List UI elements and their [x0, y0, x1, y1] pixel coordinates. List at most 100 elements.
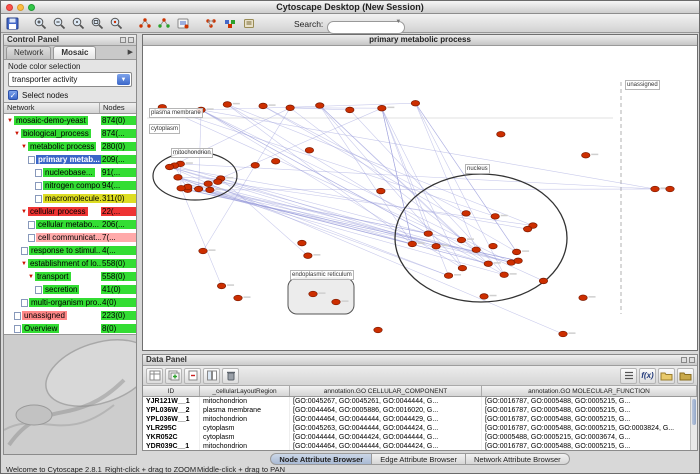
tab-mosaic[interactable]: Mosaic: [53, 46, 96, 59]
plugin-manager-icon[interactable]: [240, 15, 257, 31]
cell-id[interactable]: YKR052C: [143, 433, 200, 442]
tree-expand-icon[interactable]: ▼: [21, 261, 27, 267]
zoom-window-button[interactable]: [28, 4, 35, 11]
cell-function[interactable]: [GO:0016787, GO:0005488, GO:0005215, G..…: [482, 415, 697, 424]
select-nodes-checkbox[interactable]: ✓: [8, 90, 18, 100]
zoom-selected-icon[interactable]: [108, 15, 125, 31]
network-canvas[interactable]: plasma membrane cytoplasm mitochondrion …: [143, 46, 697, 350]
column-header-region[interactable]: _cellularLayoutRegion: [200, 386, 290, 396]
zoom-fit-icon[interactable]: [89, 15, 106, 31]
table-row[interactable]: YDR039C__1mitochondrion[GO:0044464, GO:0…: [143, 442, 697, 450]
column-header-component[interactable]: annotation.GO CELLULAR_COMPONENT: [290, 386, 482, 396]
cell-id[interactable]: YPL036W__2: [143, 406, 200, 415]
zoom-in-icon[interactable]: [32, 15, 49, 31]
tab-scroll-right-icon[interactable]: ▶: [125, 46, 136, 59]
cell-component[interactable]: [GO:0045263, GO:0044444, GO:0044424, G..…: [290, 424, 482, 433]
tree-row-secretion[interactable]: secretion41(0): [4, 283, 136, 296]
cell-region[interactable]: mitochondrion: [200, 415, 290, 424]
cell-id[interactable]: YPL036W__1: [143, 415, 200, 424]
cell-function[interactable]: [GO:0016787, GO:0005488, GO:0005215, G..…: [482, 442, 697, 450]
cell-id[interactable]: YDR039C__1: [143, 442, 200, 450]
first-neighbors-icon[interactable]: [136, 15, 153, 31]
cell-function[interactable]: [GO:0005488, GO:0005215, GO:0003674, G..…: [482, 433, 697, 442]
cell-component[interactable]: [GO:0044464, GO:0044444, GO:0044429, G..…: [290, 415, 482, 424]
tree-row-label[interactable]: cellular process: [28, 207, 88, 216]
column-header-function[interactable]: annotation.GO MOLECULAR_FUNCTION: [482, 386, 697, 396]
tree-row-label[interactable]: cell communicat...: [36, 233, 104, 242]
attribute-columns-icon[interactable]: [203, 368, 220, 384]
tree-row-label[interactable]: unassigned: [22, 311, 67, 320]
tree-row-label[interactable]: primary metab...: [36, 155, 102, 164]
tree-row-cell-communicat-[interactable]: cell communicat...7(...: [4, 231, 136, 244]
table-row[interactable]: YJR121W__1mitochondrion[GO:0045267, GO:0…: [143, 397, 697, 406]
table-scrollbar-thumb[interactable]: [692, 399, 696, 425]
table-row[interactable]: YKR052Ccytoplasm[GO:0044444, GO:0044424,…: [143, 433, 697, 442]
search-dropdown-icon[interactable]: ▼: [395, 19, 401, 25]
tree-row-overview[interactable]: Overview8(0): [4, 322, 136, 334]
column-header-id[interactable]: ID: [143, 386, 200, 396]
tree-row-label[interactable]: multi-organism pro...: [29, 298, 106, 307]
tree-row-establishment-of-lo-[interactable]: ▼establishment of lo...558(0): [4, 257, 136, 270]
cell-function[interactable]: [GO:0016787, GO:0005488, GO:0005215, G..…: [482, 397, 697, 406]
node-color-dropdown[interactable]: transporter activity ▼: [8, 72, 132, 87]
tree-row-label[interactable]: response to stimul...: [29, 246, 105, 255]
new-attribute-icon[interactable]: [165, 368, 182, 384]
close-panel-icon[interactable]: [689, 357, 695, 363]
tree-row-label[interactable]: mosaic-demo-yeast: [14, 116, 88, 125]
tree-row-multi-organism-pro-[interactable]: multi-organism pro...4(0): [4, 296, 136, 309]
tree-row-label[interactable]: nitrogen compo...: [43, 181, 109, 190]
table-scrollbar[interactable]: [690, 397, 697, 450]
tree-header-nodes[interactable]: Nodes: [100, 103, 125, 113]
table-row[interactable]: YLR295Ccytoplasm[GO:0045263, GO:0044444,…: [143, 424, 697, 433]
float-panel-icon[interactable]: [681, 357, 687, 363]
cell-component[interactable]: [GO:0044444, GO:0044424, GO:0044444, G..…: [290, 433, 482, 442]
tree-header-network[interactable]: Network: [4, 103, 100, 113]
tree-row-unassigned[interactable]: unassigned223(0): [4, 309, 136, 322]
new-network-from-selection-icon[interactable]: [155, 15, 172, 31]
tree-row-label[interactable]: secretion: [43, 285, 79, 294]
cell-id[interactable]: YLR295C: [143, 424, 200, 433]
table-row[interactable]: YPL036W__1mitochondrion[GO:0044464, GO:0…: [143, 415, 697, 424]
trash-icon[interactable]: [222, 368, 239, 384]
tree-row-response-to-stimul-[interactable]: response to stimul...4(...: [4, 244, 136, 257]
tab-network[interactable]: Network: [6, 46, 51, 59]
cell-id[interactable]: YJR121W__1: [143, 397, 200, 406]
tree-row-metabolic-process[interactable]: ▼metabolic process280(0): [4, 140, 136, 153]
tree-row-cellular-process[interactable]: ▼cellular process22(...: [4, 205, 136, 218]
cell-component[interactable]: [GO:0044464, GO:0044444, GO:0044424, G..…: [290, 442, 482, 450]
attribute-matrix-icon[interactable]: [620, 368, 637, 384]
tree-row-macromolecule-[interactable]: macromolecule...311(0): [4, 192, 136, 205]
cell-component[interactable]: [GO:0044464, GO:0005886, GO:0016020, G..…: [290, 406, 482, 415]
tree-row-cellular-metabo-[interactable]: cellular metabo...206(...: [4, 218, 136, 231]
search-input[interactable]: [327, 21, 405, 34]
export-attributes-folder-icon[interactable]: [677, 368, 694, 384]
import-network-icon[interactable]: [174, 15, 191, 31]
save-icon[interactable]: [4, 15, 21, 31]
zoom-out-icon[interactable]: [51, 15, 68, 31]
cell-component[interactable]: [GO:0045267, GO:0045261, GO:0044444, G..…: [290, 397, 482, 406]
tree-row-mosaic-demo-yeast[interactable]: ▼mosaic-demo-yeast874(0): [4, 114, 136, 127]
tree-expand-icon[interactable]: ▼: [21, 209, 27, 215]
tree-row-label[interactable]: metabolic process: [28, 142, 96, 151]
import-attributes-folder-icon[interactable]: [658, 368, 675, 384]
tree-expand-icon[interactable]: ▼: [7, 118, 13, 124]
network-view-titlebar[interactable]: primary metabolic process: [143, 35, 697, 46]
tree-row-label[interactable]: Overview: [22, 324, 59, 333]
close-panel-icon[interactable]: [128, 37, 134, 43]
cell-region[interactable]: mitochondrion: [200, 442, 290, 450]
tree-row-label[interactable]: establishment of lo...: [28, 259, 105, 268]
apply-layout-icon[interactable]: [202, 15, 219, 31]
cell-function[interactable]: [GO:0016787, GO:0005488, GO:0005215, G..…: [482, 406, 697, 415]
cell-region[interactable]: cytoplasm: [200, 424, 290, 433]
vizmapper-icon[interactable]: [221, 15, 238, 31]
window-titlebar[interactable]: Cytoscape Desktop (New Session): [1, 1, 699, 14]
tree-row-nitrogen-compo-[interactable]: nitrogen compo...94(...: [4, 179, 136, 192]
overview-thumbnail[interactable]: [4, 334, 136, 454]
tree-expand-icon[interactable]: ▼: [21, 144, 27, 150]
minimize-window-button[interactable]: [17, 4, 24, 11]
delete-attribute-icon[interactable]: [184, 368, 201, 384]
tree-row-biological-process[interactable]: ▼biological_process874(...: [4, 127, 136, 140]
table-row[interactable]: YPL036W__2plasma membrane[GO:0044464, GO…: [143, 406, 697, 415]
select-attributes-icon[interactable]: [146, 368, 163, 384]
tree-row-label[interactable]: biological_process: [21, 129, 91, 138]
